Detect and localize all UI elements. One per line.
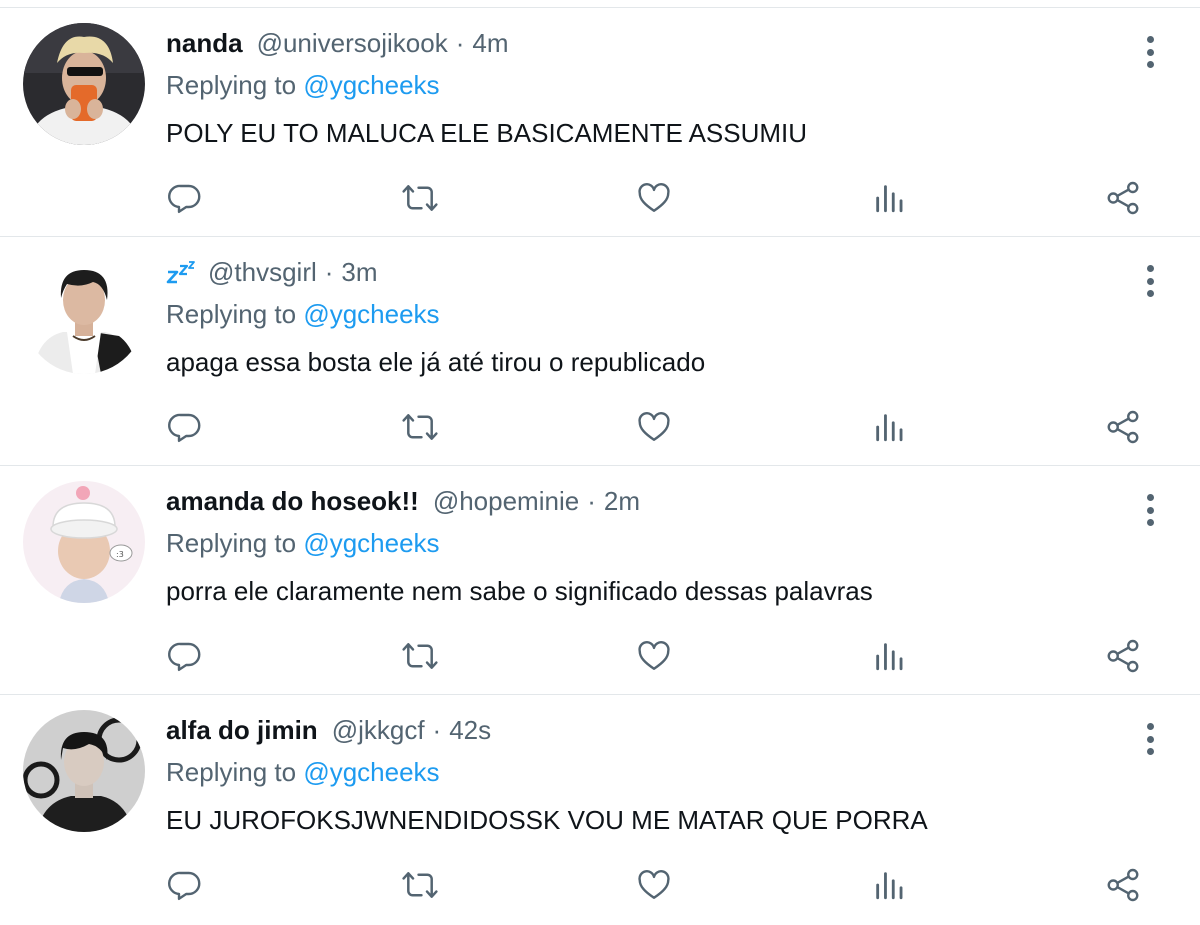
views-icon[interactable] — [869, 178, 909, 218]
retweet-icon[interactable] — [400, 178, 440, 218]
mention-link[interactable]: @ygcheeks — [303, 528, 439, 558]
more-icon[interactable] — [1136, 32, 1164, 72]
views-icon[interactable] — [869, 407, 909, 447]
share-icon[interactable] — [1103, 407, 1143, 447]
mention-link[interactable]: @ygcheeks — [303, 757, 439, 787]
reply-icon[interactable] — [165, 636, 205, 676]
views-icon[interactable] — [869, 636, 909, 676]
reply-icon[interactable] — [165, 865, 205, 905]
user-handle[interactable]: @universojikook — [257, 26, 448, 60]
separator-dot: · — [455, 28, 465, 58]
user-handle[interactable]: @jkkgcf — [332, 713, 425, 747]
tweet-text: EU JUROFOKSJWNENDIDOSSK VOU ME MATAR QUE… — [166, 805, 928, 835]
replying-to-label: Replying to — [166, 757, 304, 787]
reply-feed: nanda @universojikook · 4m Replying to @… — [0, 0, 1200, 918]
timestamp[interactable]: 2m — [604, 484, 640, 518]
user-handle[interactable]: @hopeminie — [433, 484, 579, 518]
replying-to: Replying to @ygcheeks — [166, 68, 440, 102]
share-icon[interactable] — [1103, 865, 1143, 905]
replying-to: Replying to @ygcheeks — [166, 297, 440, 331]
action-bar — [0, 616, 1200, 696]
tweet[interactable]: :3 amanda do hoseok!! @hopeminie · 2m Re… — [0, 465, 1200, 694]
replying-to: Replying to @ygcheeks — [166, 526, 440, 560]
like-icon[interactable] — [634, 407, 674, 447]
timestamp[interactable]: 42s — [449, 713, 491, 747]
tweet[interactable]: alfa do jimin @jkkgcf · 42s Replying to … — [0, 694, 1200, 923]
replying-to-label: Replying to — [166, 528, 304, 558]
separator-dot: · — [587, 486, 596, 516]
separator-dot: · — [324, 257, 334, 287]
replying-to-label: Replying to — [166, 70, 304, 100]
timestamp[interactable]: 3m — [341, 255, 377, 289]
timestamp[interactable]: 4m — [472, 26, 508, 60]
display-name[interactable]: amanda do hoseok!! — [166, 484, 419, 518]
more-icon[interactable] — [1136, 719, 1164, 759]
tweet-text: apaga essa bosta ele já até tirou o repu… — [166, 347, 706, 377]
tweet-header: @thvsgirl · 3m — [166, 255, 378, 289]
tweet-header: amanda do hoseok!! @hopeminie · 2m — [166, 484, 640, 518]
retweet-icon[interactable] — [400, 636, 440, 676]
share-icon[interactable] — [1103, 636, 1143, 676]
tweet[interactable]: nanda @universojikook · 4m Replying to @… — [0, 7, 1200, 236]
tweet[interactable]: @thvsgirl · 3m Replying to @ygcheeks apa… — [0, 236, 1200, 465]
avatar[interactable]: :3 — [23, 481, 145, 603]
mention-link[interactable]: @ygcheeks — [303, 299, 439, 329]
zzz-emoji-icon — [166, 260, 196, 284]
display-name[interactable]: nanda — [166, 26, 243, 60]
like-icon[interactable] — [634, 636, 674, 676]
avatar[interactable] — [23, 710, 145, 832]
reply-icon[interactable] — [165, 178, 205, 218]
share-icon[interactable] — [1103, 178, 1143, 218]
action-bar — [0, 387, 1200, 467]
tweet-text: POLY EU TO MALUCA ELE BASICAMENTE ASSUMI… — [166, 118, 808, 148]
separator-dot: · — [432, 715, 442, 745]
svg-text::3: :3 — [116, 550, 124, 559]
user-handle[interactable]: @thvsgirl — [208, 255, 317, 289]
reply-icon[interactable] — [165, 407, 205, 447]
like-icon[interactable] — [634, 865, 674, 905]
avatar[interactable] — [23, 252, 145, 374]
action-bar — [0, 845, 1200, 925]
mention-link[interactable]: @ygcheeks — [303, 70, 439, 100]
replying-to: Replying to @ygcheeks — [166, 755, 440, 789]
tweet-header: alfa do jimin @jkkgcf · 42s — [166, 713, 491, 747]
like-icon[interactable] — [634, 178, 674, 218]
tweet-header: nanda @universojikook · 4m — [166, 26, 509, 60]
display-name[interactable]: alfa do jimin — [166, 713, 318, 747]
action-bar — [0, 158, 1200, 238]
more-icon[interactable] — [1136, 261, 1164, 301]
retweet-icon[interactable] — [400, 865, 440, 905]
avatar[interactable] — [23, 23, 145, 145]
retweet-icon[interactable] — [400, 407, 440, 447]
tweet-text: porra ele claramente nem sabe o signific… — [166, 576, 873, 606]
views-icon[interactable] — [869, 865, 909, 905]
replying-to-label: Replying to — [166, 299, 304, 329]
more-icon[interactable] — [1136, 490, 1164, 530]
